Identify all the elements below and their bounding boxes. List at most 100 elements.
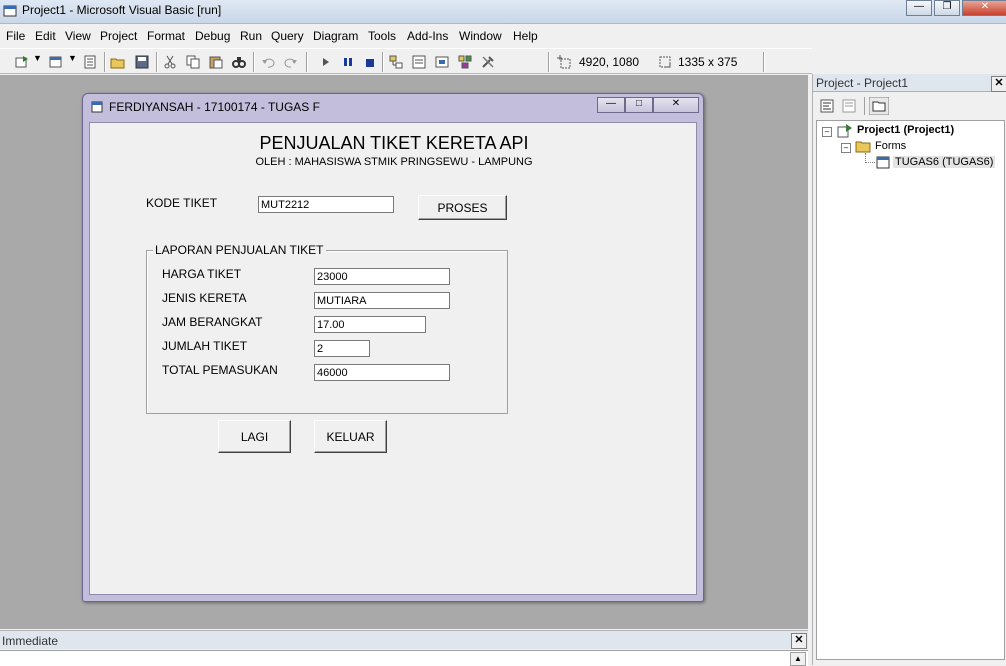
project-explorer-panel: Project - Project1 ✕ – Project1 (Project…	[812, 74, 1006, 665]
view-code-icon[interactable]	[819, 98, 835, 114]
tree-line	[865, 162, 875, 163]
immediate-window: Immediate ✕ ▲	[0, 630, 808, 666]
menu-editor-icon[interactable]	[82, 54, 98, 70]
cut-icon[interactable]	[162, 54, 178, 70]
toolbar-separator	[253, 52, 255, 72]
menu-run[interactable]: Run	[240, 29, 262, 43]
menu-debug[interactable]: Debug	[195, 29, 230, 43]
kode-tiket-label: KODE TIKET	[146, 196, 218, 210]
save-icon[interactable]	[134, 54, 150, 70]
break-icon[interactable]	[340, 54, 356, 70]
toolbar-separator	[382, 52, 384, 72]
proses-button[interactable]: PROSES	[418, 195, 507, 220]
immediate-title: Immediate	[2, 634, 59, 648]
form-minimize-button[interactable]: —	[597, 97, 625, 113]
jam-berangkat-label: JAM BERANGKAT	[162, 315, 263, 329]
menu-help[interactable]: Help	[513, 29, 538, 43]
harga-tiket-label: HARGA TIKET	[162, 267, 242, 281]
toolbar-separator	[156, 52, 158, 72]
minimize-button[interactable]: —	[906, 0, 932, 16]
project-icon	[837, 124, 852, 138]
form-title: FERDIYANSAH - 17100174 - TUGAS F	[109, 100, 320, 114]
copy-icon[interactable]	[185, 54, 201, 70]
undo-icon[interactable]	[260, 54, 276, 70]
start-icon[interactable]	[318, 54, 334, 70]
folder-icon	[855, 141, 871, 153]
total-pemasukan-field[interactable]: 46000	[314, 364, 450, 381]
menu-add-ins[interactable]: Add-Ins	[407, 29, 448, 43]
project-explorer-close-icon[interactable]: ✕	[991, 76, 1006, 92]
jam-berangkat-field[interactable]: 17.00	[314, 316, 426, 333]
form-heading: PENJUALAN TIKET KERETA API	[259, 133, 529, 153]
jumlah-tiket-label: JUMLAH TIKET	[162, 339, 248, 353]
forms-folder-node[interactable]: Forms	[875, 140, 906, 152]
add-project-icon[interactable]	[14, 54, 30, 70]
vb-app-icon	[3, 5, 17, 17]
end-icon[interactable]	[362, 54, 378, 70]
paste-icon[interactable]	[208, 54, 224, 70]
collapse-icon[interactable]: –	[822, 127, 832, 137]
project-explorer-title: Project - Project1	[816, 76, 909, 90]
standard-toolbar: ▼ ▼ 4920, 1080 1335 x 375	[0, 48, 812, 74]
form-subheading: OLEH : MAHASISWA STMIK PRINGSEWU - LAMPU…	[255, 156, 533, 168]
open-folder-icon[interactable]	[110, 54, 126, 70]
redo-icon[interactable]	[283, 54, 299, 70]
menu-diagram[interactable]: Diagram	[313, 29, 358, 43]
running-form-window[interactable]: FERDIYANSAH - 17100174 - TUGAS F — □ ✕ P…	[82, 93, 704, 602]
project-explorer-icon[interactable]	[388, 54, 404, 70]
menu-tools[interactable]: Tools	[368, 29, 396, 43]
jenis-kereta-field[interactable]: MUTIARA	[314, 292, 450, 309]
properties-window-icon[interactable]	[411, 54, 427, 70]
harga-tiket-field[interactable]: 23000	[314, 268, 450, 285]
form-client-area: PENJUALAN TIKET KERETA API OLEH : MAHASI…	[89, 122, 697, 595]
dropdown-arrow-icon[interactable]: ▼	[33, 53, 42, 63]
form-tugas6-node[interactable]: TUGAS6 (TUGAS6)	[893, 156, 996, 168]
window-title: Project1 - Microsoft Visual Basic [run]	[22, 3, 222, 17]
kode-tiket-input[interactable]: MUT2212	[258, 196, 394, 213]
keluar-button[interactable]: KELUAR	[314, 420, 387, 453]
toolbox-icon[interactable]	[480, 54, 496, 70]
menu-bar: File Edit View Project Format Debug Run …	[0, 26, 1006, 46]
size-icon	[659, 56, 671, 68]
total-pemasukan-label: TOTAL PEMASUKAN	[162, 363, 278, 377]
toolbar-separator	[306, 52, 308, 72]
toggle-folders-icon[interactable]	[869, 97, 889, 115]
jenis-kereta-label: JENIS KERETA	[162, 291, 247, 305]
menu-window[interactable]: Window	[459, 29, 502, 43]
immediate-close-icon[interactable]: ✕	[791, 633, 807, 649]
menu-view[interactable]: View	[65, 29, 91, 43]
view-object-icon[interactable]	[841, 98, 857, 114]
project-tree: – Project1 (Project1) – Forms TUGAS6 (TU…	[816, 120, 1005, 660]
menu-edit[interactable]: Edit	[35, 29, 56, 43]
form-icon	[91, 101, 103, 113]
form-layout-icon[interactable]	[434, 54, 450, 70]
toolbar-separator	[104, 52, 106, 72]
collapse-icon[interactable]: –	[841, 143, 851, 153]
jumlah-tiket-field[interactable]: 2	[314, 340, 370, 357]
toolbar-separator	[548, 52, 550, 72]
position-icon	[557, 55, 571, 69]
project-root-node[interactable]: Project1 (Project1)	[857, 124, 954, 136]
menu-project[interactable]: Project	[100, 29, 137, 43]
menu-query[interactable]: Query	[271, 29, 304, 43]
position-readout: 4920, 1080	[579, 55, 640, 69]
title-bar: Project1 - Microsoft Visual Basic [run] …	[0, 0, 1006, 24]
form-icon	[876, 156, 890, 169]
toolbar-separator	[763, 52, 765, 72]
menu-format[interactable]: Format	[147, 29, 185, 43]
find-icon[interactable]	[231, 54, 247, 70]
scroll-up-icon[interactable]: ▲	[790, 652, 806, 666]
form-close-button[interactable]: ✕	[653, 97, 699, 113]
toolbar-separator	[864, 97, 865, 115]
size-readout: 1335 x 375	[678, 55, 738, 69]
project-explorer-header: Project - Project1 ✕	[813, 74, 1006, 92]
restore-button[interactable]: ❐	[934, 0, 960, 16]
lagi-button[interactable]: LAGI	[218, 420, 291, 453]
close-button[interactable]: ✕	[962, 0, 1006, 16]
menu-file[interactable]: File	[6, 29, 25, 43]
add-form-icon[interactable]	[48, 54, 64, 70]
form-maximize-button[interactable]: □	[625, 97, 653, 113]
object-browser-icon[interactable]	[457, 54, 473, 70]
immediate-input[interactable]: ▲	[0, 650, 808, 666]
dropdown-arrow-icon[interactable]: ▼	[68, 53, 77, 63]
